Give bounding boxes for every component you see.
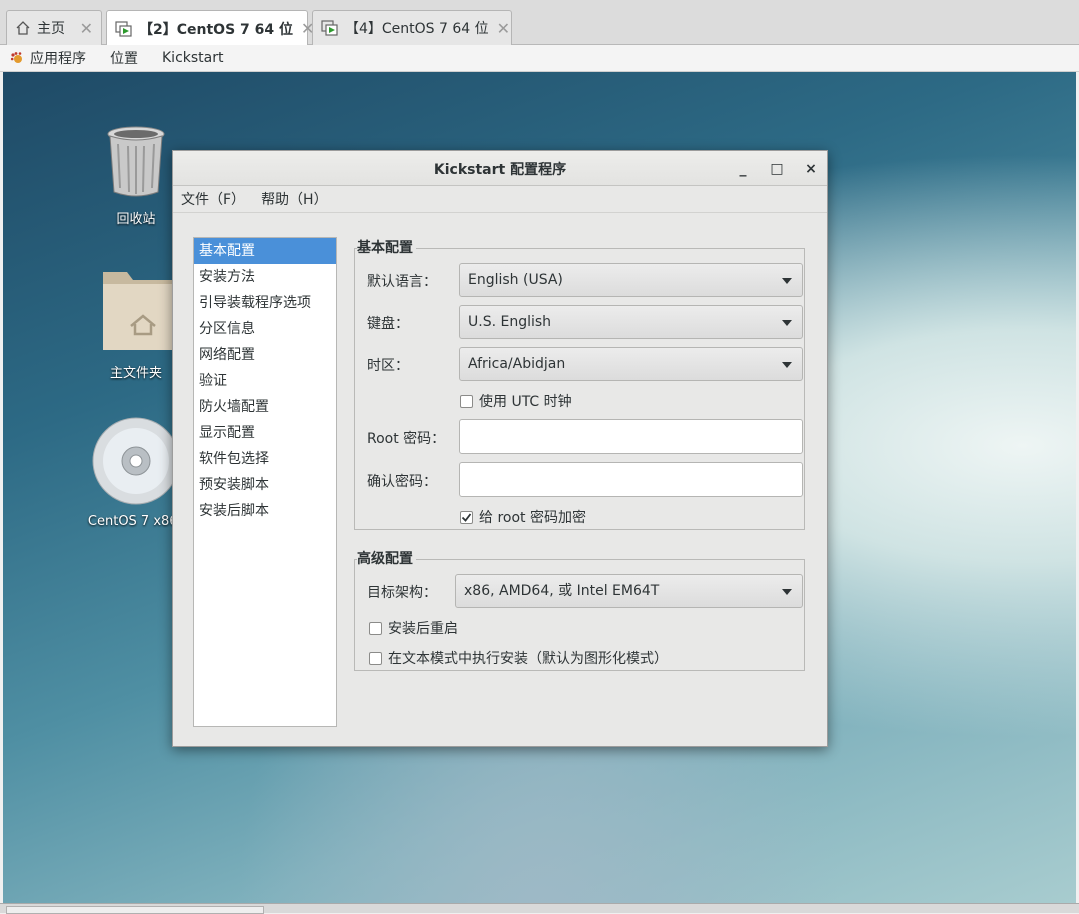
tab-label: 【4】CentOS 7 64 位	[345, 21, 489, 37]
vm-tab-bar: 主页 ✕ 【2】CentOS 7 64 位 ✕ 【4】CentOS 7 64 位…	[0, 0, 1079, 46]
trash-icon	[104, 126, 168, 204]
basic-config-title: 基本配置	[357, 237, 416, 257]
window-menubar: 文件（F） 帮助（H）	[173, 186, 827, 213]
utc-checkbox[interactable]: 使用 UTC 时钟	[460, 391, 572, 411]
root-password-field[interactable]	[459, 419, 803, 454]
tab-label: 主页	[37, 21, 65, 37]
tab-centos-4[interactable]: 【4】CentOS 7 64 位 ✕	[312, 10, 512, 45]
language-combo[interactable]: English (USA)	[459, 263, 803, 297]
maximize-button[interactable]: □	[767, 159, 787, 179]
close-icon[interactable]: ✕	[80, 19, 93, 38]
arch-combo[interactable]: x86, AMD64, 或 Intel EM64T	[455, 574, 803, 608]
checkbox-box	[460, 510, 473, 524]
category-item[interactable]: 软件包选择	[194, 446, 336, 472]
confirm-password-field[interactable]	[459, 462, 803, 497]
bottom-taskbar	[0, 903, 1079, 914]
text-mode-label: 在文本模式中执行安装（默认为图形化模式）	[388, 651, 668, 667]
confirm-password-label: 确认密码：	[367, 474, 437, 490]
window-titlebar[interactable]: Kickstart 配置程序 _ □ ×	[173, 151, 827, 186]
chevron-down-icon	[782, 278, 792, 284]
tab-centos-2[interactable]: 【2】CentOS 7 64 位 ✕	[106, 10, 314, 46]
advanced-config-title: 高级配置	[357, 548, 416, 568]
keyboard-value: U.S. English	[468, 314, 552, 330]
reboot-label: 安装后重启	[388, 621, 458, 637]
category-item[interactable]: 网络配置	[194, 342, 336, 368]
menu-file[interactable]: 文件（F）	[173, 189, 253, 209]
vm-running-icon	[115, 20, 133, 37]
applications-label: 应用程序	[30, 51, 86, 67]
chevron-down-icon	[782, 362, 792, 368]
timezone-label: 时区：	[367, 358, 409, 374]
window-title: Kickstart 配置程序	[433, 162, 567, 178]
tab-home[interactable]: 主页 ✕	[6, 10, 102, 45]
category-item[interactable]: 安装方法	[194, 264, 336, 290]
category-item[interactable]: 基本配置	[194, 238, 336, 264]
menu-help[interactable]: 帮助（H）	[253, 189, 336, 209]
category-item[interactable]: 显示配置	[194, 420, 336, 446]
keyboard-label: 键盘：	[367, 316, 409, 332]
root-password-label: Root 密码：	[367, 431, 446, 447]
encrypt-root-checkbox[interactable]: 给 root 密码加密	[460, 507, 586, 527]
minimize-button[interactable]: _	[733, 159, 753, 179]
applications-menu[interactable]: 应用程序	[0, 48, 98, 68]
reboot-checkbox[interactable]: 安装后重启	[369, 618, 458, 638]
close-icon[interactable]: ✕	[497, 19, 510, 38]
checkmark-icon	[461, 512, 472, 522]
chevron-down-icon	[782, 589, 792, 595]
chevron-down-icon	[782, 320, 792, 326]
tab-label: 【2】CentOS 7 64 位	[139, 21, 293, 38]
home-folder-icon	[91, 272, 181, 358]
vm-running-icon	[321, 20, 339, 36]
kickstart-window: Kickstart 配置程序 _ □ × 文件（F） 帮助（H） 基本配置 安装方…	[172, 150, 828, 747]
kickstart-app-menu[interactable]: Kickstart	[150, 50, 235, 66]
category-item[interactable]: 分区信息	[194, 316, 336, 342]
optical-disc-icon	[91, 417, 181, 510]
category-item[interactable]: 验证	[194, 368, 336, 394]
places-menu[interactable]: 位置	[98, 48, 150, 68]
language-label: 默认语言：	[367, 274, 437, 290]
checkbox-box	[369, 621, 382, 635]
timezone-combo[interactable]: Africa/Abidjan	[459, 347, 803, 381]
timezone-value: Africa/Abidjan	[468, 356, 566, 372]
gnome-foot-icon	[10, 51, 24, 65]
arch-value: x86, AMD64, 或 Intel EM64T	[464, 583, 660, 599]
checkbox-box	[460, 394, 473, 408]
arch-label: 目标架构：	[367, 585, 437, 601]
category-item[interactable]: 引导装载程序选项	[194, 290, 336, 316]
keyboard-combo[interactable]: U.S. English	[459, 305, 803, 339]
checkbox-box	[369, 651, 382, 665]
utc-label: 使用 UTC 时钟	[479, 394, 572, 410]
category-item[interactable]: 安装后脚本	[194, 498, 336, 524]
language-value: English (USA)	[468, 272, 563, 288]
home-icon	[15, 20, 31, 36]
text-mode-checkbox[interactable]: 在文本模式中执行安装（默认为图形化模式）	[369, 648, 668, 668]
gnome-top-bar: 应用程序 位置 Kickstart	[0, 45, 1079, 72]
encrypt-label: 给 root 密码加密	[479, 510, 586, 526]
category-item[interactable]: 防火墙配置	[194, 394, 336, 420]
category-list: 基本配置 安装方法 引导装载程序选项 分区信息 网络配置 验证 防火墙配置 显示配置 软件包选择…	[193, 237, 337, 727]
close-button[interactable]: ×	[801, 159, 821, 179]
category-item[interactable]: 预安装脚本	[194, 472, 336, 498]
